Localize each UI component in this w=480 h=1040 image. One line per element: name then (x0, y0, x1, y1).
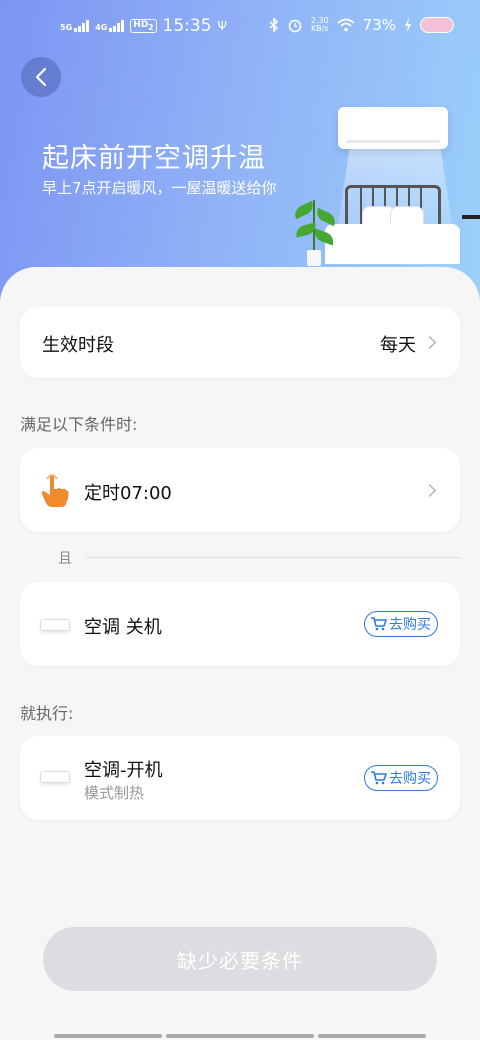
home-indicator (318, 1034, 426, 1038)
status-time: 15:35 (162, 16, 212, 36)
timer-condition-card[interactable]: 定时07:00 (20, 448, 460, 532)
air-conditioner-icon (40, 619, 70, 631)
signal-icon: 4G (95, 20, 125, 32)
action-mode-label: 模式制热 (84, 784, 145, 802)
chevron-right-icon (423, 336, 436, 349)
usb-icon: Ψ (217, 19, 227, 33)
home-indicator (166, 1034, 314, 1038)
chevron-right-icon (423, 484, 436, 497)
cart-icon (371, 617, 387, 631)
back-arrow-icon (35, 67, 47, 87)
action-device-label: 空调-开机 (84, 760, 163, 781)
air-conditioner-illustration (338, 107, 448, 149)
net-speed: 2.30 KB/s (310, 16, 329, 33)
battery-percent: 73% (362, 16, 396, 34)
header-banner: 5G 4G HD2 15:35 Ψ 2.30 KB/s 73% 起床前开空调升温… (0, 0, 480, 300)
actions-section-label: 就执行: (20, 704, 74, 723)
battery-icon (420, 17, 454, 33)
back-button[interactable] (21, 57, 61, 97)
air-conditioner-icon (40, 771, 70, 783)
schedule-value: 每天 (380, 335, 416, 356)
schedule-label: 生效时段 (42, 335, 114, 356)
cart-icon (371, 771, 387, 785)
bluetooth-icon (269, 17, 278, 33)
save-button[interactable]: 缺少必要条件 (43, 927, 437, 991)
home-indicator (54, 1034, 162, 1038)
timer-label: 定时07:00 (84, 483, 172, 504)
signal-icon: 5G (60, 20, 90, 32)
wifi-icon (337, 18, 355, 32)
bed-illustration (325, 224, 460, 264)
nightstand-illustration (462, 215, 480, 265)
status-bar: 5G 4G HD2 15:35 Ψ 2.30 KB/s 73% (0, 14, 480, 40)
device-condition-label: 空调 关机 (84, 617, 162, 638)
schedule-card[interactable]: 生效时段 每天 (20, 307, 460, 378)
page-subtitle: 早上7点开启暖风，一屋温暖送给你 (42, 179, 277, 197)
hd-icon: HD2 (130, 19, 157, 33)
alarm-icon (288, 19, 302, 33)
action-card[interactable]: 空调-开机 模式制热 去购买 (20, 736, 460, 820)
buy-button[interactable]: 去购买 (364, 611, 438, 637)
divider (86, 557, 460, 558)
buy-button[interactable]: 去购买 (364, 765, 438, 791)
conditions-section-label: 满足以下条件时: (20, 415, 138, 434)
tap-hand-icon (41, 474, 69, 507)
and-label: 且 (58, 551, 72, 567)
charging-icon (405, 18, 411, 32)
page-title: 起床前开空调升温 (42, 143, 266, 174)
device-condition-card[interactable]: 空调 关机 去购买 (20, 582, 460, 666)
